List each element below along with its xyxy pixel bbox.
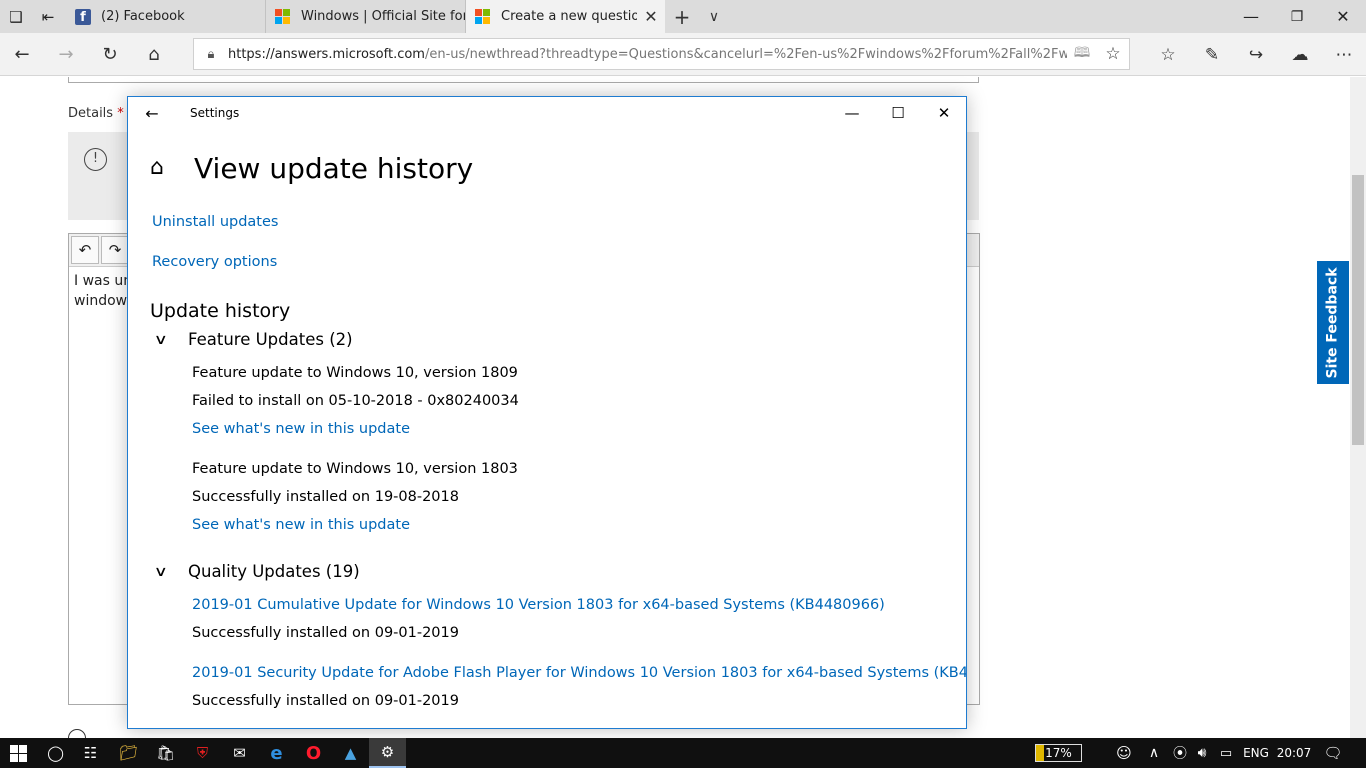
uninstall-updates-link[interactable]: Uninstall updates xyxy=(152,214,278,230)
address-bar[interactable]: 🔒︎ https://answers.microsoft.com/en-us/n… xyxy=(193,38,1130,70)
opera-icon[interactable]: O xyxy=(295,738,332,768)
volume-icon[interactable]: 🔊︎ xyxy=(1190,738,1214,768)
share-icon[interactable]: ↪ xyxy=(1234,33,1278,76)
update-name: Feature update to Windows 10, version 18… xyxy=(192,365,518,381)
browser-tab-strip: ❑ ⇤ f (2) Facebook Windows | Official Si… xyxy=(0,0,1366,33)
favorites-hub-icon[interactable]: ☆ xyxy=(1146,33,1190,76)
tab-preview-icon[interactable]: ❑ xyxy=(0,0,32,33)
quality-update-link[interactable]: 2019-01 Security Update for Adobe Flash … xyxy=(192,665,966,681)
home-icon[interactable]: ⌂ xyxy=(150,155,164,180)
browser-navigation-bar: ← → ↻ ⌂ 🔒︎ https://answers.microsoft.com… xyxy=(0,33,1366,76)
page-scrollbar[interactable] xyxy=(1350,77,1366,738)
battery-indicator[interactable]: 17% xyxy=(1035,744,1082,762)
cortana-icon[interactable]: ◯ xyxy=(37,738,74,768)
tab-facebook[interactable]: f (2) Facebook xyxy=(66,0,266,33)
details-text: Details xyxy=(68,106,114,121)
subject-field[interactable] xyxy=(68,77,979,83)
info-icon: ! xyxy=(84,148,107,171)
recovery-options-link[interactable]: Recovery options xyxy=(152,254,277,270)
group-label: Feature Updates (2) xyxy=(188,330,353,349)
tab-label: Create a new question o xyxy=(501,9,637,24)
store-icon[interactable]: 🛍︎ xyxy=(147,738,184,768)
task-view-icon[interactable]: ☷ xyxy=(72,738,109,768)
settings-gear-icon[interactable]: ⚙ xyxy=(369,738,406,768)
window-title: Settings xyxy=(190,106,240,120)
required-mark: * xyxy=(117,106,124,121)
update-status: Successfully installed on 09-01-2019 xyxy=(192,693,459,709)
edge-icon[interactable]: e xyxy=(258,738,295,768)
photos-icon[interactable]: ▲ xyxy=(332,738,369,768)
chevron-down-icon: ∨ xyxy=(153,331,168,348)
update-history-heading: Update history xyxy=(150,300,291,322)
facebook-icon: f xyxy=(75,8,91,25)
site-feedback-label: Site Feedback xyxy=(1325,266,1341,379)
home-icon[interactable]: ⌂ xyxy=(132,33,176,76)
taskbar: ◯ ☷ 📁︎ 🛍︎ ⛨ ✉ e O ▲ ⚙ 17% ☺ ∧ ⦿ 🔊︎ ▭ ENG… xyxy=(0,738,1366,768)
action-center-icon[interactable]: 🗨︎ xyxy=(1318,738,1348,768)
tab-label: Windows | Official Site for M xyxy=(301,9,465,24)
settings-titlebar: ← Settings — ☐ ✕ xyxy=(128,97,966,129)
minimize-icon[interactable]: — xyxy=(1228,0,1274,33)
update-status: Failed to install on 05-10-2018 - 0x8024… xyxy=(192,393,519,409)
maximize-icon[interactable]: ☐ xyxy=(875,97,921,129)
update-status: Successfully installed on 19-08-2018 xyxy=(192,489,459,505)
whats-new-link[interactable]: See what's new in this update xyxy=(192,421,410,437)
windows-logo-icon xyxy=(10,744,27,762)
tab-windows-official-site[interactable]: Windows | Official Site for M xyxy=(266,0,466,33)
mail-icon[interactable]: ✉ xyxy=(221,738,258,768)
page-title: View update history xyxy=(194,152,474,185)
whats-new-link[interactable]: See what's new in this update xyxy=(192,517,410,533)
quality-update-link[interactable]: 2019-01 Cumulative Update for Windows 10… xyxy=(192,597,885,613)
lock-icon: 🔒︎ xyxy=(207,46,215,62)
web-note-icon[interactable]: ✎ xyxy=(1190,33,1234,76)
chevron-up-icon[interactable]: ∧ xyxy=(1140,738,1168,768)
start-button[interactable] xyxy=(0,738,37,768)
close-icon[interactable]: ✕ xyxy=(1320,0,1366,33)
url-domain: https://answers.microsoft.com xyxy=(228,46,425,62)
microsoft-icon xyxy=(275,8,291,25)
microsoft-icon xyxy=(475,8,491,25)
set-aside-tabs-icon[interactable]: ⇤ xyxy=(32,0,64,33)
quality-updates-group[interactable]: ∨ Quality Updates (19) xyxy=(154,562,360,581)
wifi-icon[interactable]: ⦿ xyxy=(1168,738,1192,768)
close-icon[interactable]: ✕ xyxy=(921,97,966,129)
tab-create-question[interactable]: Create a new question o ✕ xyxy=(466,0,665,33)
chevron-down-icon[interactable]: ∨ xyxy=(698,0,730,33)
group-label: Quality Updates (19) xyxy=(188,562,360,581)
update-status: Successfully installed on 09-01-2019 xyxy=(192,625,459,641)
refresh-icon[interactable]: ↻ xyxy=(88,33,132,76)
minimize-icon[interactable]: — xyxy=(829,97,875,129)
redo-icon[interactable]: ↷ xyxy=(101,236,129,264)
details-label: Details * xyxy=(68,106,124,121)
restore-icon[interactable]: ❐ xyxy=(1274,0,1320,33)
forward-icon[interactable]: → xyxy=(44,33,88,76)
battery-percent: 17% xyxy=(1045,746,1072,760)
back-arrow-icon[interactable]: ← xyxy=(136,97,168,129)
chevron-down-icon: ∨ xyxy=(153,563,168,580)
back-icon[interactable]: ← xyxy=(0,33,44,76)
feature-updates-group[interactable]: ∨ Feature Updates (2) xyxy=(154,330,353,349)
settings-window: ← Settings — ☐ ✕ ⌂ View update history U… xyxy=(127,96,967,729)
more-menu-icon[interactable]: ⋯ xyxy=(1322,33,1366,76)
site-feedback-button[interactable]: Site Feedback xyxy=(1317,261,1349,384)
update-name: Feature update to Windows 10, version 18… xyxy=(192,461,518,477)
undo-icon[interactable]: ↶ xyxy=(71,236,99,264)
file-explorer-icon[interactable]: 📁︎ xyxy=(110,738,147,768)
language-indicator[interactable]: ENG xyxy=(1240,738,1272,768)
close-tab-icon[interactable]: ✕ xyxy=(637,7,665,26)
extension-icon[interactable]: ☁ xyxy=(1278,33,1322,76)
url-text[interactable]: https://answers.microsoft.com/en-us/newt… xyxy=(228,47,1067,62)
favorite-star-icon[interactable]: ☆ xyxy=(1097,44,1129,64)
battery-icon[interactable]: ▭ xyxy=(1214,738,1238,768)
clock[interactable]: 20:07 xyxy=(1272,738,1316,768)
antivirus-icon[interactable]: ⛨ xyxy=(184,738,221,768)
radio-button[interactable] xyxy=(68,729,86,738)
tab-label: (2) Facebook xyxy=(101,9,185,24)
scrollbar-thumb[interactable] xyxy=(1352,175,1364,445)
reading-view-icon[interactable]: 🕮︎ xyxy=(1067,42,1097,66)
new-tab-icon[interactable]: + xyxy=(666,0,698,33)
url-path: /en-us/newthread?threadtype=Questions&ca… xyxy=(424,46,1067,62)
people-icon[interactable]: ☺ xyxy=(1110,738,1138,768)
